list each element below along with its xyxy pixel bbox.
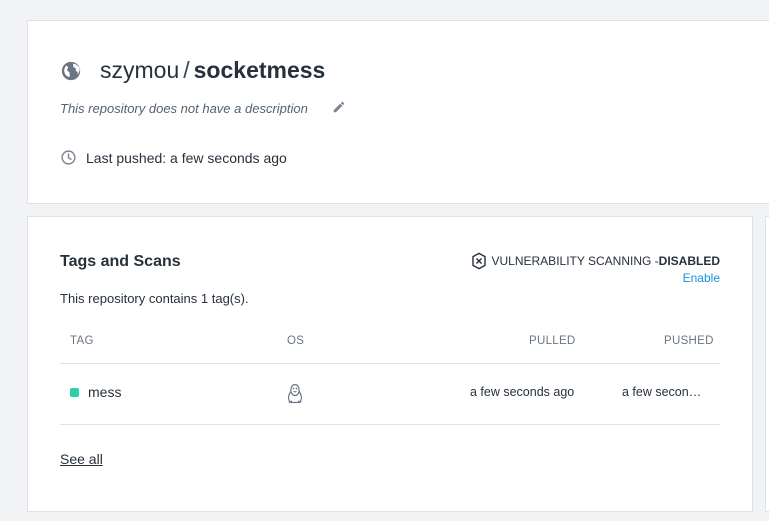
section-title: Tags and Scans xyxy=(60,253,181,270)
last-pushed-text: Last pushed: a few seconds ago xyxy=(86,149,287,166)
table-row: mess a few seconds ago a few seconds ago xyxy=(60,364,720,425)
description-row: This repository does not have a descript… xyxy=(60,101,346,116)
repo-namespace[interactable]: szymou xyxy=(100,57,179,83)
tag-count-text: This repository contains 1 tag(s). xyxy=(60,291,249,306)
linux-icon xyxy=(287,383,303,404)
vuln-status: DISABLED xyxy=(658,254,720,268)
tags-and-scans-card: Tags and Scans VULNERABILITY SCANNING - … xyxy=(27,216,753,512)
tags-table: TAG OS PULLED PUSHED mess a few seconds … xyxy=(60,325,720,425)
repo-title: szymou / socketmess xyxy=(100,57,325,84)
table-header: TAG OS PULLED PUSHED xyxy=(60,325,720,364)
last-pushed-row: Last pushed: a few seconds ago xyxy=(60,149,287,166)
column-header-pushed: PUSHED xyxy=(664,335,714,347)
shield-x-icon xyxy=(471,252,486,270)
tag-name: mess xyxy=(88,384,122,400)
repo-name: socketmess xyxy=(193,57,326,83)
column-header-os: OS xyxy=(287,335,305,347)
vuln-label: VULNERABILITY SCANNING - xyxy=(491,254,659,268)
see-all-link[interactable]: See all xyxy=(60,451,103,467)
repo-description: This repository does not have a descript… xyxy=(60,101,308,116)
clock-icon xyxy=(61,150,76,165)
tag-link[interactable]: mess xyxy=(70,384,121,400)
column-header-pulled: PULLED xyxy=(529,335,576,347)
repository-info-card: szymou / socketmess This repository does n… xyxy=(27,20,769,204)
repo-separator: / xyxy=(183,57,190,83)
side-panel-card xyxy=(765,216,769,512)
repo-header: szymou / socketmess xyxy=(60,57,325,84)
globe-icon xyxy=(61,61,81,80)
pencil-icon[interactable] xyxy=(332,100,346,114)
pushed-time: a few seconds ago xyxy=(622,385,708,399)
tag-status-dot xyxy=(70,387,79,397)
enable-scanning-link[interactable]: Enable xyxy=(683,271,720,285)
pulled-time: a few seconds ago xyxy=(470,385,575,399)
column-header-tag: TAG xyxy=(70,335,94,347)
vulnerability-scanning-status: VULNERABILITY SCANNING - DISABLED xyxy=(471,252,720,270)
